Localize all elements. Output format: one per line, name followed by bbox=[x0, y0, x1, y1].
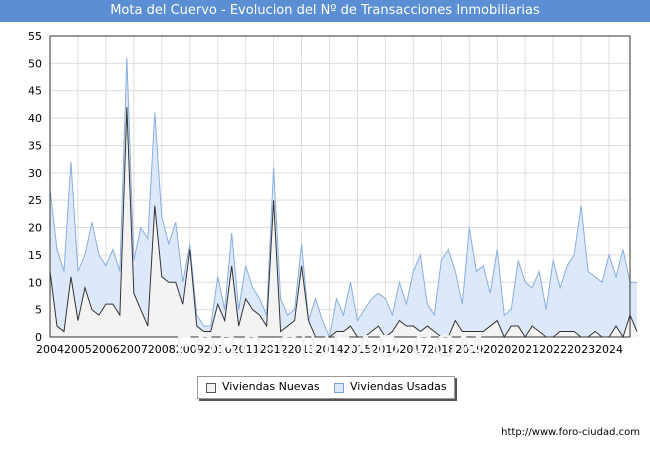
y-tick-label: 15 bbox=[28, 249, 42, 262]
x-tick-label: 2005 bbox=[64, 343, 92, 356]
y-tick-label: 30 bbox=[28, 167, 42, 180]
x-tick-label: 2006 bbox=[92, 343, 120, 356]
x-tick-label: 2004 bbox=[36, 343, 64, 356]
y-tick-label: 45 bbox=[28, 85, 42, 98]
x-tick-label: 2024 bbox=[595, 343, 623, 356]
y-tick-label: 35 bbox=[28, 139, 42, 152]
legend-label-usadas: Viviendas Usadas bbox=[350, 380, 447, 393]
footer-url: http://www.foro-ciudad.com bbox=[501, 427, 640, 438]
legend-swatch-nuevas bbox=[206, 383, 216, 393]
y-tick-label: 50 bbox=[28, 57, 42, 70]
y-tick-label: 5 bbox=[35, 304, 42, 317]
legend: Viviendas Nuevas Viviendas Usadas bbox=[197, 376, 455, 399]
legend-label-nuevas: Viviendas Nuevas bbox=[222, 380, 320, 393]
y-tick-label: 40 bbox=[28, 112, 42, 125]
x-tick-label: 2022 bbox=[539, 343, 567, 356]
x-tick-label: 2023 bbox=[567, 343, 595, 356]
y-tick-label: 55 bbox=[28, 30, 42, 43]
legend-swatch-usadas bbox=[334, 383, 344, 393]
y-tick-label: 10 bbox=[28, 276, 42, 289]
watermark: FORO-CIUDAD.COM bbox=[175, 330, 485, 365]
y-tick-label: 20 bbox=[28, 222, 42, 235]
y-tick-label: 25 bbox=[28, 194, 42, 207]
